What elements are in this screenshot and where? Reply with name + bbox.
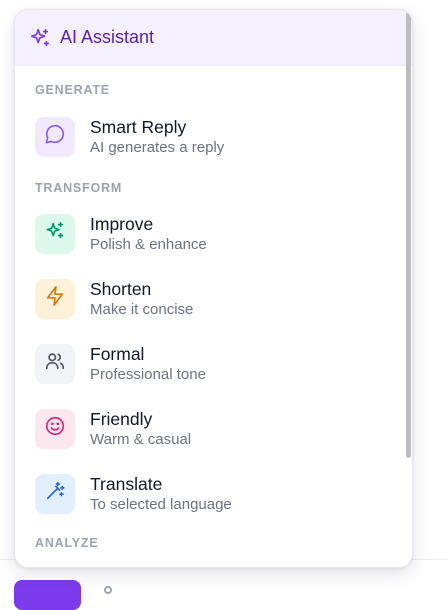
friendly-icon-tile <box>35 408 75 449</box>
menu-item-improve[interactable]: Improve Polish & enhance <box>15 201 412 266</box>
scrollbar-thumb[interactable] <box>406 12 411 458</box>
scrollbar[interactable] <box>404 10 412 567</box>
panel-title: AI Assistant <box>60 27 155 47</box>
smart-reply-subtitle: AI generates a reply <box>90 138 225 156</box>
formal-icon-tile <box>35 343 75 384</box>
menu-item-friendly[interactable]: Friendly Warm & casual <box>15 396 412 461</box>
bottom-action-button[interactable] <box>14 580 81 610</box>
improve-icon-tile <box>35 213 75 254</box>
menu-item-smart-reply[interactable]: Smart Reply AI generates a reply <box>15 104 412 169</box>
improve-title: Improve <box>90 213 154 234</box>
shorten-title: Shorten <box>90 278 152 299</box>
section-label-analyze: ANALYZE <box>35 536 99 550</box>
friendly-subtitle: Warm & casual <box>90 430 192 448</box>
menu-item-shorten[interactable]: Shorten Make it concise <box>15 266 412 331</box>
menu-item-formal[interactable]: Formal Professional tone <box>15 331 412 396</box>
section-label-transform: TRANSFORM <box>35 181 123 195</box>
magic-wand-icon <box>44 480 66 507</box>
ai-assistant-panel: AI Assistant GENERATE Smart Reply AI gen… <box>14 9 413 568</box>
users-icon <box>44 350 66 377</box>
improve-subtitle: Polish & enhance <box>90 235 207 253</box>
message-circle-icon <box>44 123 66 150</box>
smile-icon <box>44 415 66 442</box>
smart-reply-title: Smart Reply <box>90 116 187 137</box>
shorten-subtitle: Make it concise <box>90 300 194 318</box>
sparkles-icon <box>29 27 51 49</box>
section-label-generate: GENERATE <box>35 83 110 97</box>
friendly-title: Friendly <box>90 408 153 429</box>
menu-scroll-area[interactable]: GENERATE Smart Reply AI generates a repl… <box>15 83 412 550</box>
menu-item-translate[interactable]: Translate To selected language <box>15 461 412 526</box>
formal-title: Formal <box>90 343 145 364</box>
lightning-icon <box>44 285 66 312</box>
translate-icon-tile <box>35 473 75 514</box>
smart-reply-icon-tile <box>35 116 75 157</box>
formal-subtitle: Professional tone <box>90 365 206 383</box>
translate-subtitle: To selected language <box>90 495 232 513</box>
panel-header: AI Assistant <box>15 10 412 66</box>
bottom-toolbar-icon[interactable] <box>104 586 112 594</box>
sparkles-icon <box>44 220 66 247</box>
shorten-icon-tile <box>35 278 75 319</box>
translate-title: Translate <box>90 473 163 494</box>
